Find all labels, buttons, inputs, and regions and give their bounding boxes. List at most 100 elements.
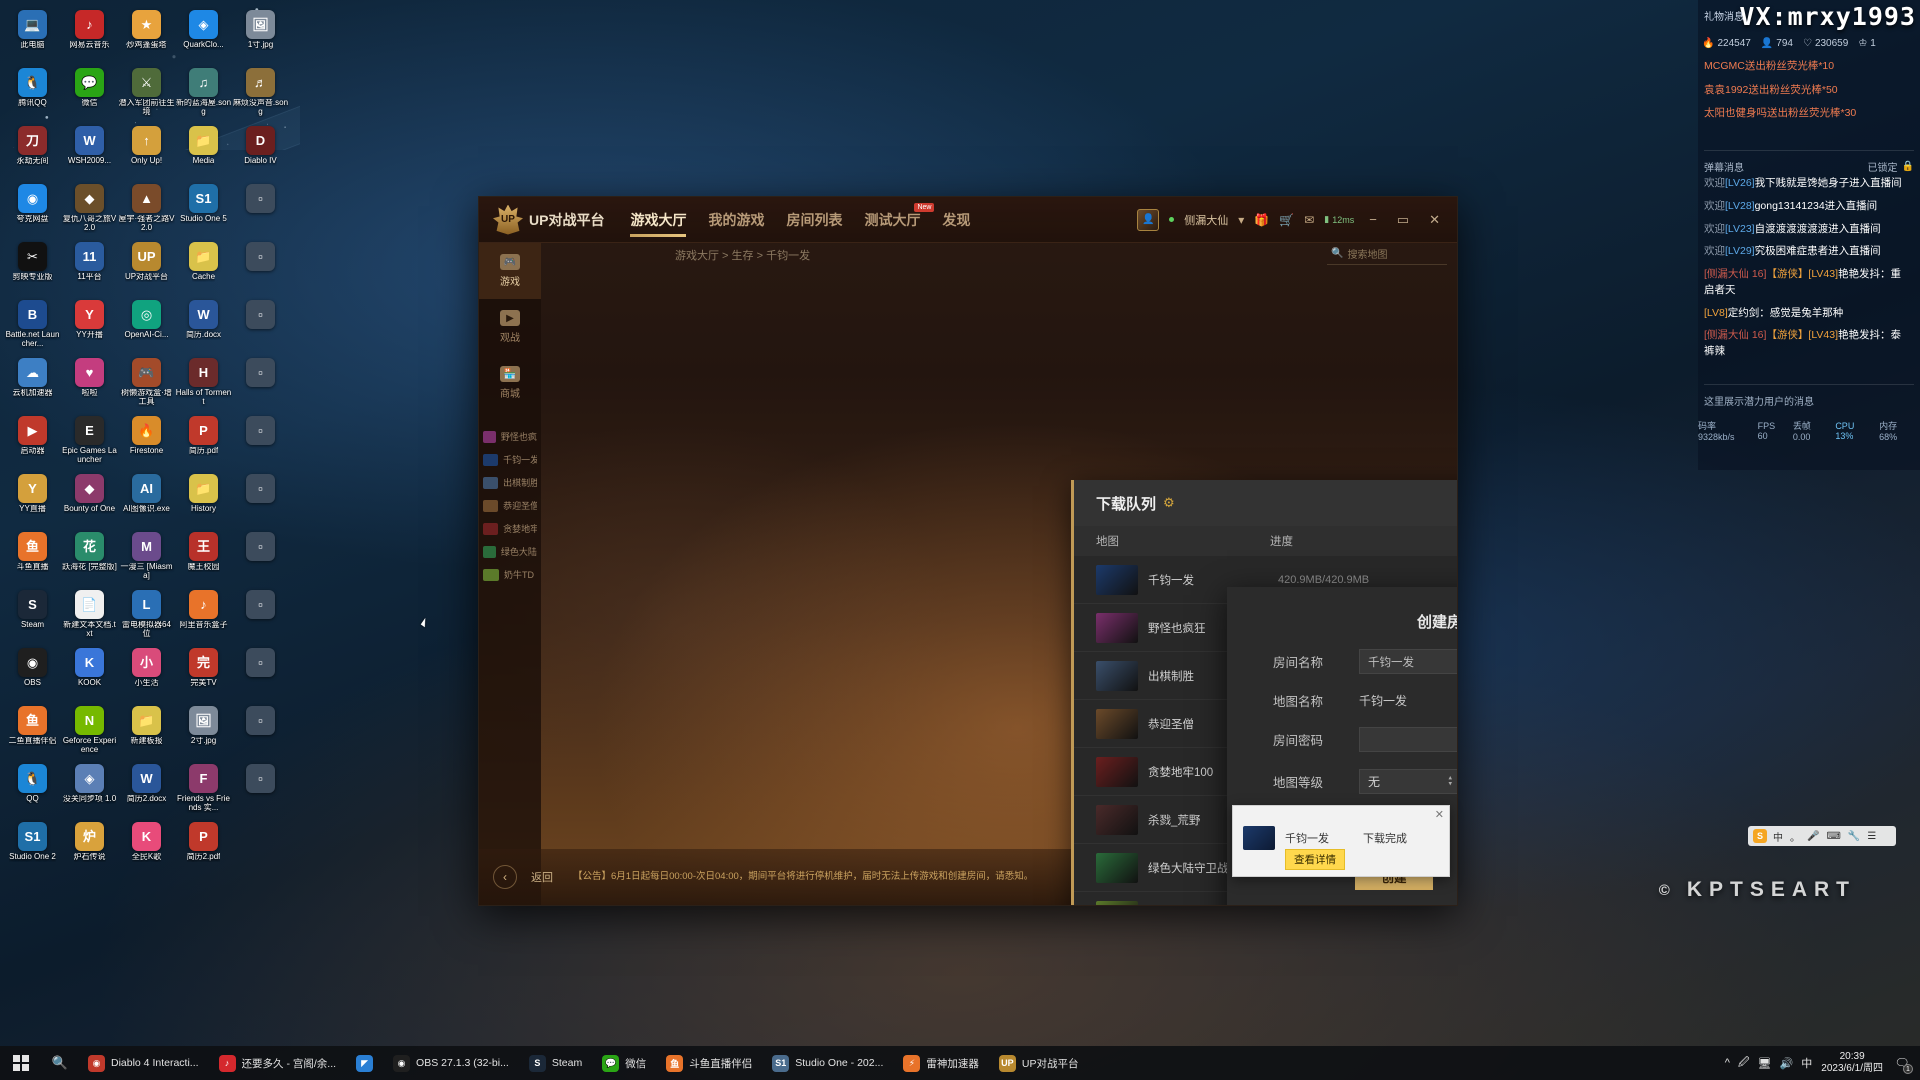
desktop-icon[interactable]: ▫ — [232, 588, 289, 646]
desktop-icon[interactable]: ✂ 剪映专业版 — [4, 240, 61, 298]
notification-center-button[interactable]: 🗨 1 — [1892, 1052, 1913, 1074]
desktop-icon[interactable]: 花 跃海花 [完整版] — [61, 530, 118, 588]
desktop-icon[interactable]: ♪ 阿里音乐盒子 — [175, 588, 232, 646]
desktop-icon[interactable]: ◉ OBS — [4, 646, 61, 704]
sidebar-map-item[interactable]: 千钧一发 — [479, 448, 541, 471]
desktop-icon[interactable]: 炉 炉石传说 — [61, 820, 118, 878]
desktop-icon[interactable]: ♪ 网易云音乐 — [61, 8, 118, 66]
desktop-icon[interactable]: Y YY直播 — [4, 472, 61, 530]
up-platform-window[interactable]: 19582 ↗ i UP UP对战平台 游戏大厅我的游戏房间列表测试大厅New发… — [478, 196, 1458, 906]
desktop-icon[interactable]: 💬 微信 — [61, 66, 118, 124]
desktop-icon[interactable]: ♬ 麻烦没声音.song — [232, 66, 289, 124]
cart-icon[interactable]: 🛒 — [1279, 213, 1294, 227]
taskbar-item[interactable]: ◤ — [346, 1046, 383, 1080]
tray-icon[interactable]: 中 — [1801, 1055, 1812, 1071]
desktop-icon[interactable]: 💻 此电脑 — [4, 8, 61, 66]
sidebar-map-item[interactable]: 野怪也疯狂 — [479, 425, 541, 448]
desktop-icon[interactable]: ▫ — [232, 356, 289, 414]
sidebar-map-item[interactable]: 恭迎圣僧 — [479, 494, 541, 517]
ime-item[interactable]: ⌨ — [1826, 831, 1840, 842]
taskbar-item[interactable]: 鱼斗鱼直播伴侣 — [656, 1046, 762, 1080]
taskbar-item[interactable]: ◉ Diablo 4 Interacti... — [78, 1046, 209, 1080]
sidebar-item-游戏[interactable]: 🎮 游戏 — [479, 243, 541, 299]
desktop-icon[interactable]: 鱼 斗鱼直播 — [4, 530, 61, 588]
desktop-icon[interactable]: ◆ Bounty of One — [61, 472, 118, 530]
desktop-icon[interactable]: ▶ 启动器 — [4, 414, 61, 472]
desktop-icon[interactable]: 刀 永劫无间 — [4, 124, 61, 182]
start-button[interactable] — [0, 1046, 42, 1080]
taskbar-item[interactable]: ◉ OBS 27.1.3 (32-bi... — [383, 1046, 519, 1080]
sidebar-map-item[interactable]: 奶牛TD — [479, 563, 541, 586]
ime-item[interactable]: 🔧 — [1848, 831, 1860, 842]
desktop-icon[interactable]: ◈ QuarkClo... — [175, 8, 232, 66]
taskbar-item[interactable]: S Steam — [519, 1046, 592, 1080]
desktop-icon[interactable]: ▫ — [232, 704, 289, 762]
desktop-icon[interactable]: ▫ — [232, 182, 289, 240]
sidebar-item-观战[interactable]: ▶ 观战 — [479, 299, 541, 355]
minimize-button[interactable]: − — [1364, 212, 1382, 227]
desktop-icon[interactable]: 鱼 二鱼直播伴侣 — [4, 704, 61, 762]
desktop-icon[interactable]: ☁ 云机加速器 — [4, 356, 61, 414]
desktop-icon[interactable]: N Geforce Experience — [61, 704, 118, 762]
desktop-icon[interactable]: L 雷电模拟器64位 — [118, 588, 175, 646]
desktop-icon[interactable]: S Steam — [4, 588, 61, 646]
desktop-icon[interactable]: W 简历2.docx — [118, 762, 175, 820]
close-button[interactable]: ✕ — [1424, 212, 1445, 228]
desktop-icon[interactable]: 🐧 腾讯QQ — [4, 66, 61, 124]
desktop-icon[interactable]: 小 小生活 — [118, 646, 175, 704]
desktop-icon[interactable]: F Friends vs Friends 实... — [175, 762, 232, 820]
search-icon[interactable]: 🔍 — [42, 1046, 78, 1080]
maximize-button[interactable]: ▭ — [1392, 212, 1414, 228]
desktop-icon[interactable]: ▫ — [232, 472, 289, 530]
nav-item-发现[interactable]: 发现 — [942, 197, 970, 243]
taskbar-item[interactable]: S1 Studio One - 202... — [762, 1046, 893, 1080]
desktop-icon[interactable]: S1 Studio One 5 — [175, 182, 232, 240]
desktop-icon[interactable]: 11 11平台 — [61, 240, 118, 298]
desktop-icon[interactable]: 📁 Cache — [175, 240, 232, 298]
gift-icon[interactable]: 🎁 — [1254, 213, 1269, 227]
ime-item[interactable]: 🎤 — [1807, 831, 1819, 842]
desktop-icon[interactable]: ◉ 夸克网盘 — [4, 182, 61, 240]
desktop-icon[interactable]: K KOOK — [61, 646, 118, 704]
desktop-icon[interactable]: 王 魔王校园 — [175, 530, 232, 588]
desktop-icon[interactable]: K 全民K歌 — [118, 820, 175, 878]
desktop-icon[interactable]: E Epic Games Launcher — [61, 414, 118, 472]
desktop-icon[interactable]: ↑ Only Up! — [118, 124, 175, 182]
taskbar-item[interactable]: ♪ 还要多久 - 宫阁/余... — [209, 1046, 347, 1080]
desktop-icon[interactable]: ◈ 没关同步项 1.0 — [61, 762, 118, 820]
desktop-icon[interactable]: ▫ — [232, 414, 289, 472]
tray-icon[interactable]: ^ — [1725, 1057, 1730, 1069]
desktop-icon[interactable]: 🔥 Firestone — [118, 414, 175, 472]
taskbar-clock[interactable]: 20:39 2023/6/1/周四 — [1821, 1051, 1883, 1076]
desktop-icon[interactable]: AI AI图像识.exe — [118, 472, 175, 530]
desktop-icon[interactable]: W WSH2009... — [61, 124, 118, 182]
desktop-icon[interactable]: ▫ — [232, 646, 289, 704]
nav-item-游戏大厅[interactable]: 游戏大厅 — [630, 197, 687, 243]
desktop-icon[interactable]: 📄 新建文本文档.txt — [61, 588, 118, 646]
desktop-icon[interactable]: H Halls of Torment — [175, 356, 232, 414]
desktop-icon[interactable]: ▫ — [232, 762, 289, 820]
desktop-icon[interactable]: P 简历2.pdf — [175, 820, 232, 878]
desktop-icon[interactable]: 🐧 QQ — [4, 762, 61, 820]
spinner-icon[interactable]: ▴ ▾ — [1448, 774, 1452, 788]
gear-icon[interactable]: ⚙ — [1163, 495, 1175, 511]
back-button[interactable]: ‹ — [493, 865, 517, 889]
search-input[interactable]: 🔍 搜索地图 — [1327, 243, 1447, 265]
desktop-icon[interactable]: ▫ — [232, 298, 289, 356]
desktop-icon[interactable]: ◎ OpenAI-Ci... — [118, 298, 175, 356]
chevron-down-icon[interactable]: ▾ — [1238, 213, 1244, 227]
desktop-icon[interactable]: ★ 炒鸡蓬蛋塔 — [118, 8, 175, 66]
mail-icon[interactable]: ✉ — [1304, 213, 1314, 227]
view-details-button[interactable]: 查看详情 — [1285, 849, 1345, 870]
desktop-icon[interactable]: 📁 History — [175, 472, 232, 530]
taskbar-item[interactable]: UP UP对战平台 — [989, 1046, 1089, 1080]
map-level-select[interactable]: 无 ▴ ▾ — [1359, 769, 1457, 794]
desktop-icon[interactable]: UP UP对战平台 — [118, 240, 175, 298]
desktop-icon[interactable]: 📁 Media — [175, 124, 232, 182]
desktop-icon[interactable]: P 简历.pdf — [175, 414, 232, 472]
room-password-input[interactable] — [1359, 727, 1457, 752]
room-name-input[interactable]: 千钧一发 — [1359, 649, 1457, 674]
download-complete-toast[interactable]: ✕ 千钧一发 下载完成 查看详情 — [1232, 805, 1450, 877]
desktop-icon[interactable]: 🖼 2寸.jpg — [175, 704, 232, 762]
desktop-icon[interactable]: ▫ — [232, 530, 289, 588]
